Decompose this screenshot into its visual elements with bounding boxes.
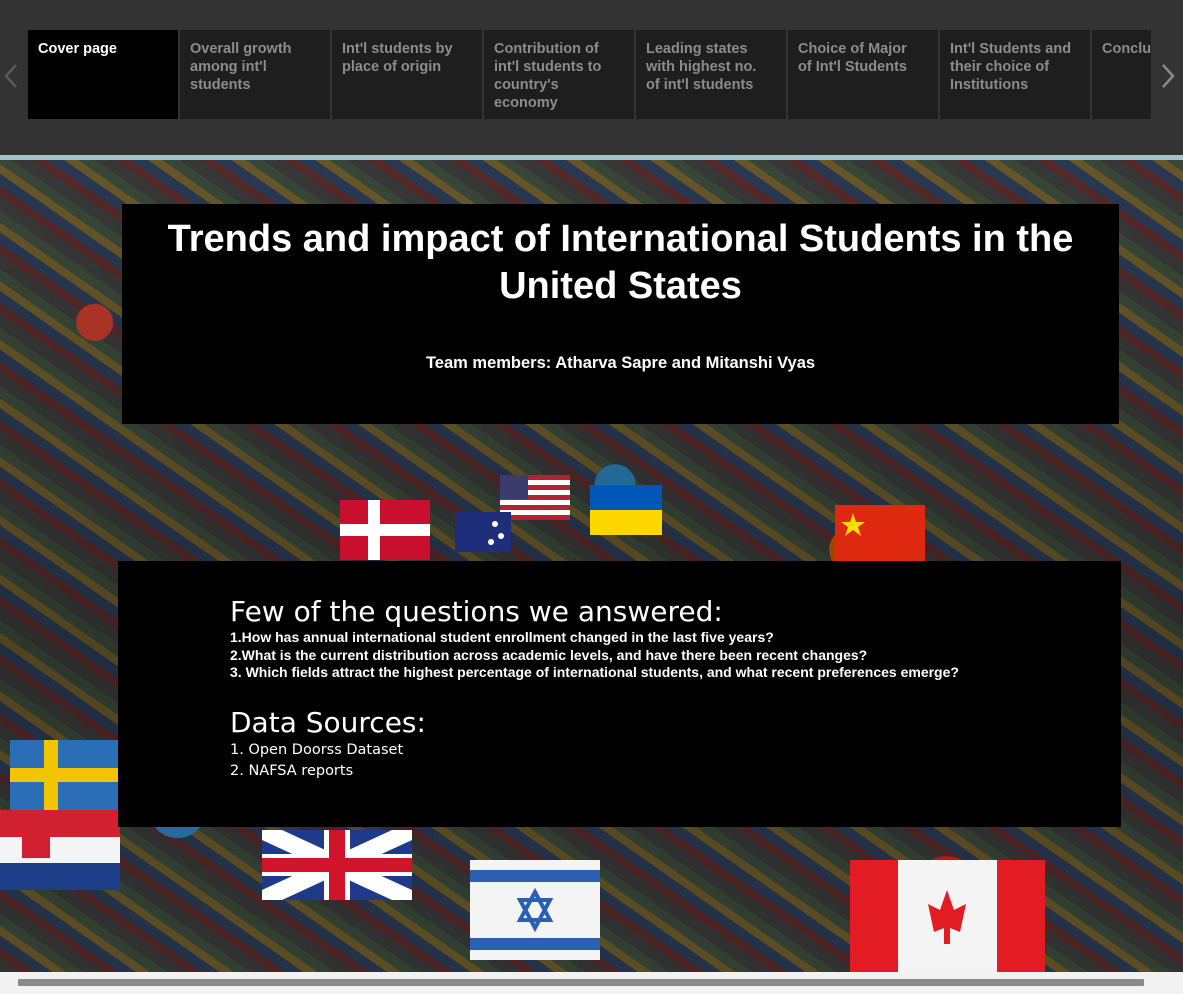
tab-label: Leading states with highest no. of int'l… [646, 41, 757, 93]
questions-heading: Few of the questions we answered: [230, 595, 723, 628]
tab-choice-of-institutions[interactable]: Int'l Students and their choice of Insti… [940, 30, 1090, 119]
chevron-right-icon [1162, 64, 1175, 88]
china-flag-image [835, 505, 925, 563]
title-panel: Trends and impact of International Stude… [122, 204, 1119, 424]
page-title: Trends and impact of International Stude… [167, 218, 1074, 307]
tab-label: Int'l Students and their choice of Insti… [950, 41, 1072, 93]
questions-content: Few of the questions we answered: 1.How … [230, 595, 1101, 782]
question-item: 3. Which fields attract the highest perc… [230, 664, 959, 680]
canada-flag-image [850, 860, 1045, 972]
tab-label: Contribution of int'l students to countr… [494, 41, 602, 111]
sources-heading: Data Sources: [230, 705, 426, 739]
australia-flag-image [455, 512, 511, 552]
israel-flag-image [470, 860, 600, 960]
croatia-flag-image [0, 810, 120, 890]
story-navigator: Cover page Overall growth among int'l st… [0, 0, 1183, 155]
tab-cover-page[interactable]: Cover page [28, 30, 178, 119]
sweden-flag-image [10, 740, 120, 810]
tab-label: Conclusion [1102, 41, 1151, 57]
denmark-flag-image [340, 500, 430, 560]
source-item: 1. Open Doorss Dataset [230, 741, 404, 758]
tab-leading-states[interactable]: Leading states with highest no. of int'l… [636, 30, 786, 119]
prev-arrow-button[interactable] [2, 58, 20, 94]
uk-flag-image [262, 830, 412, 900]
scrollbar-thumb[interactable] [18, 979, 1144, 986]
chevron-left-icon [4, 64, 17, 88]
tab-label: Overall growth among int'l students [190, 41, 292, 93]
tab-label: Cover page [38, 41, 117, 57]
tab-economy-contribution[interactable]: Contribution of int'l students to countr… [484, 30, 634, 119]
team-members: Team members: Atharva Sapre and Mitanshi… [425, 354, 816, 372]
source-item: 2. NAFSA reports [230, 762, 354, 779]
ukraine-flag-image [590, 485, 662, 535]
tab-choice-of-major[interactable]: Choice of Major of Int'l Students [788, 30, 938, 119]
tab-place-of-origin[interactable]: Int'l students by place of origin [332, 30, 482, 119]
question-item: 1.How has annual international student e… [230, 629, 774, 645]
tab-overall-growth[interactable]: Overall growth among int'l students [180, 30, 330, 119]
tabs-viewport: Cover page Overall growth among int'l st… [28, 30, 1151, 119]
question-item: 2.What is the current distribution acros… [230, 646, 868, 663]
dashboard-canvas: Trends and impact of International Stude… [0, 160, 1183, 972]
horizontal-scrollbar[interactable] [0, 972, 1183, 994]
tab-label: Choice of Major of Int'l Students [798, 41, 907, 75]
tab-label: Int'l students by place of origin [342, 41, 453, 75]
story-tabs: Cover page Overall growth among int'l st… [28, 30, 1151, 119]
questions-panel: Few of the questions we answered: 1.How … [118, 561, 1121, 827]
next-arrow-button[interactable] [1159, 58, 1177, 94]
tab-conclusion[interactable]: Conclusion [1092, 30, 1151, 119]
